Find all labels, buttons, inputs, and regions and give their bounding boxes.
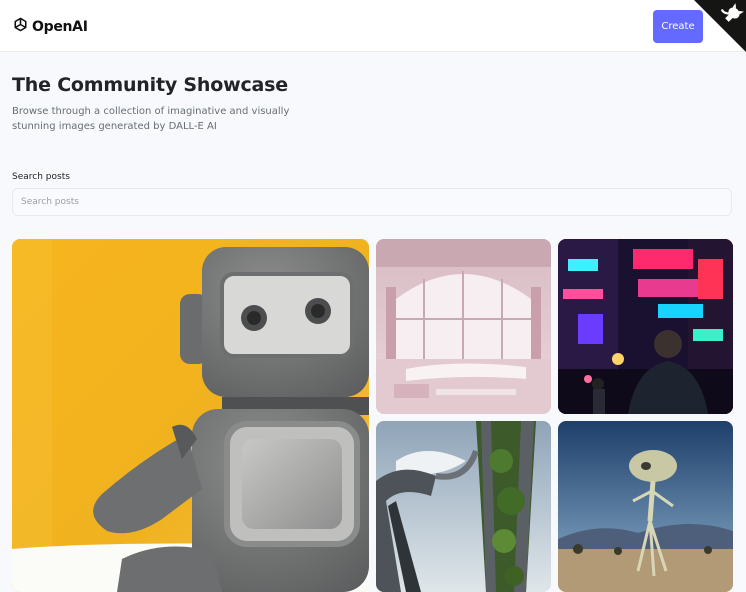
brand-name: OpenAI (32, 18, 88, 35)
top-bar: OpenAI Create (0, 0, 746, 52)
gallery-image-alien-desert[interactable] (558, 421, 733, 592)
github-corner-icon (694, 0, 746, 52)
search-label: Search posts (12, 172, 70, 182)
gallery-image-neon-city[interactable] (558, 239, 733, 414)
gallery-image-robot[interactable] (12, 239, 369, 592)
openai-logo[interactable]: OpenAI (12, 16, 88, 37)
gallery-image-interior[interactable] (376, 239, 551, 414)
search-input[interactable] (12, 188, 732, 216)
page-title: The Community Showcase (12, 74, 288, 96)
page-subtitle: Browse through a collection of imaginati… (12, 106, 290, 132)
gallery-image-green-tower[interactable] (376, 421, 551, 592)
openai-logo-icon (12, 16, 29, 37)
github-corner-link[interactable] (694, 0, 746, 52)
